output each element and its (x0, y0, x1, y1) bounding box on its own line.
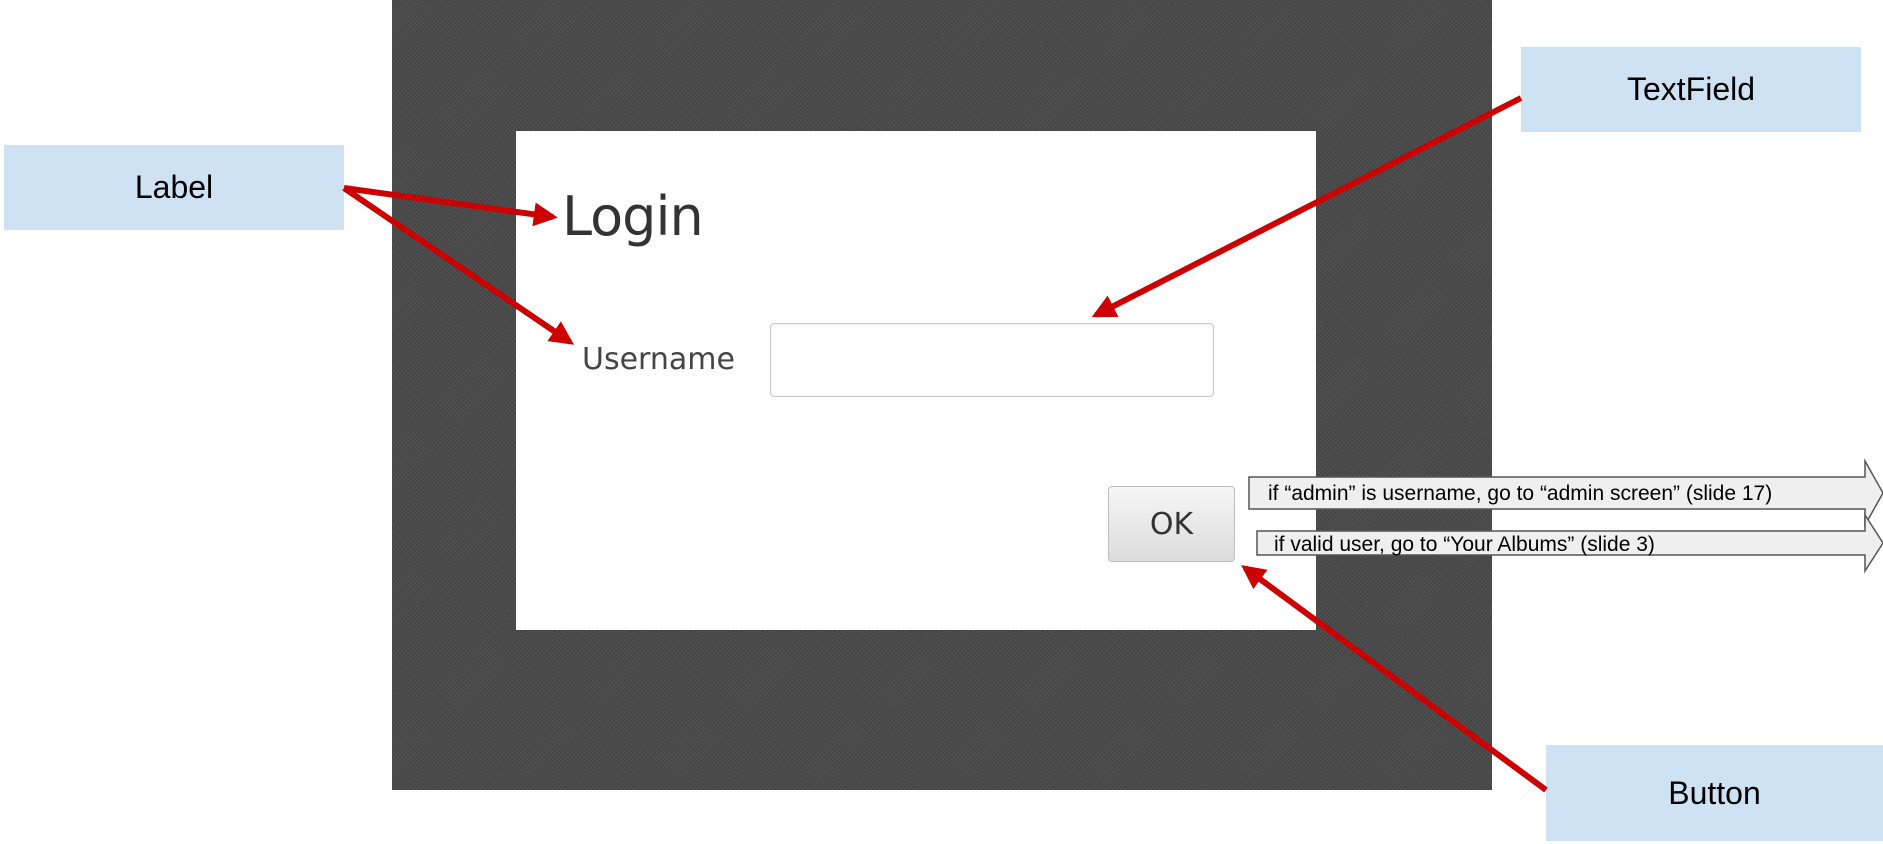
callout-button: Button (1546, 745, 1883, 841)
callout-label: Label (4, 145, 344, 230)
username-label: Username (582, 342, 735, 377)
callout-textfield: TextField (1521, 47, 1861, 132)
username-input[interactable] (770, 323, 1214, 397)
login-title: Login (562, 185, 704, 248)
annotated-ui-diagram: Login Username OK Label TextField Button… (0, 0, 1883, 844)
ok-button[interactable]: OK (1108, 486, 1235, 562)
